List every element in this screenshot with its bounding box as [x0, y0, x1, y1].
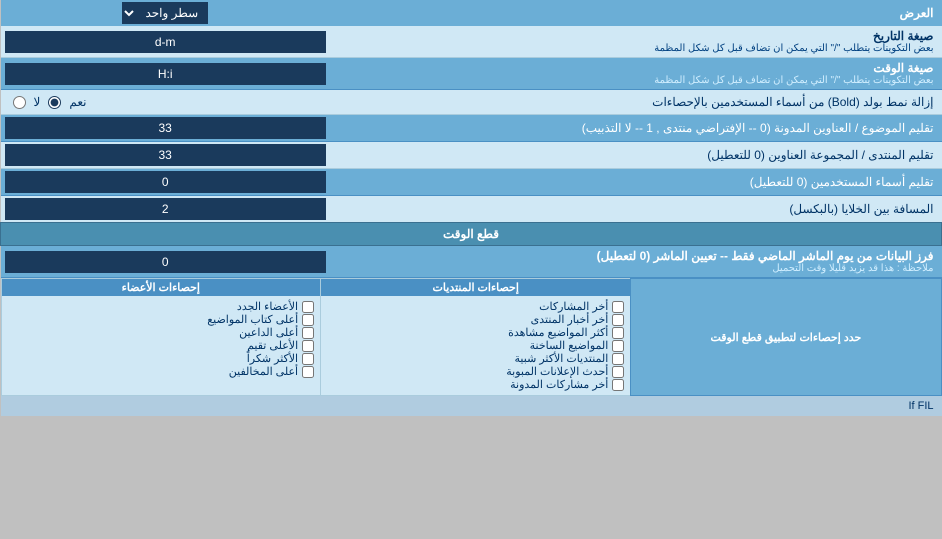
- forum-stat-cb-2[interactable]: [612, 314, 624, 326]
- member-stat-item-2: أعلى كتاب المواضيع: [8, 313, 315, 326]
- bold-yes-label: نعم: [69, 95, 86, 109]
- date-format-main-label: صيغة التاريخ: [338, 29, 934, 43]
- bold-no-radio[interactable]: [13, 96, 26, 109]
- cutoff-note-label: ملاحظة : هذا قد يزيد قليلا وقت التحميل: [338, 263, 934, 274]
- bold-remove-text: إزالة نمط بولد (Bold) من أسماء المستخدمي…: [652, 95, 933, 109]
- member-stat-item-5: الأكثر شكراً: [8, 352, 315, 365]
- date-format-sub-label: بعض التكوينات يتطلب "/" التي يمكن ان تضا…: [338, 43, 934, 54]
- member-stats-col: إحصاءات الأعضاء الأعضاء الجدد أعلى كتاب …: [1, 279, 321, 396]
- member-stat-label-5: الأكثر شكراً: [247, 352, 298, 365]
- forum-stats-col: إحصاءات المنتديات أخر المشاركات أخر أخبا…: [321, 279, 631, 396]
- time-format-input[interactable]: [5, 63, 326, 85]
- member-stat-cb-4[interactable]: [302, 340, 314, 352]
- cutoff-input[interactable]: [5, 251, 326, 273]
- forum-stat-item-7: أخر مشاركات المدونة: [327, 378, 624, 391]
- date-format-input[interactable]: [5, 31, 326, 53]
- forum-stat-label-2: أخر أخبار المنتدى: [531, 313, 609, 326]
- forum-group-trim-input-cell: [1, 142, 330, 169]
- member-stat-cb-1[interactable]: [302, 301, 314, 313]
- member-stat-item-3: أعلى الداعين: [8, 326, 315, 339]
- space-between-input-cell: [1, 196, 330, 223]
- member-stat-label-4: الأعلى تقيم: [247, 339, 298, 352]
- forum-stats-items: أخر المشاركات أخر أخبار المنتدى أكثر الم…: [321, 296, 630, 395]
- member-stat-label-3: أعلى الداعين: [239, 326, 298, 339]
- member-stats-header: إحصاءات الأعضاء: [2, 279, 321, 296]
- forum-address-trim-input-cell: [1, 115, 330, 142]
- member-stat-cb-6[interactable]: [302, 366, 314, 378]
- member-stat-cb-3[interactable]: [302, 327, 314, 339]
- forum-stat-item-6: أحدث الإعلانات المبوبة: [327, 365, 624, 378]
- forum-stat-label-6: أحدث الإعلانات المبوبة: [506, 365, 608, 378]
- member-stat-item-4: الأعلى تقيم: [8, 339, 315, 352]
- forum-stats-header: إحصاءات المنتديات: [321, 279, 630, 296]
- forum-stat-item-5: المنتديات الأكثر شبية: [327, 352, 624, 365]
- date-format-input-cell: [1, 26, 330, 58]
- cutoff-row-label: فرز البيانات من يوم الماشر الماضي فقط --…: [330, 246, 942, 278]
- forum-address-trim-text: تقليم الموضوع / العناوين المدونة (0 -- ا…: [582, 121, 934, 135]
- member-stats-items: الأعضاء الجدد أعلى كتاب المواضيع أعلى ال…: [2, 296, 321, 382]
- forum-stat-label-4: المواضيع الساخنة: [530, 339, 609, 352]
- cutoff-main-label: فرز البيانات من يوم الماشر الماضي فقط --…: [338, 249, 934, 263]
- forum-stat-cb-6[interactable]: [612, 366, 624, 378]
- forum-stat-item-1: أخر المشاركات: [327, 300, 624, 313]
- member-stat-item-1: الأعضاء الجدد: [8, 300, 315, 313]
- forum-group-trim-input[interactable]: [5, 144, 326, 166]
- forum-stat-item-3: أكثر المواضيع مشاهدة: [327, 326, 624, 339]
- member-stat-cb-2[interactable]: [302, 314, 314, 326]
- display-label: العرض: [330, 0, 942, 26]
- forum-stat-label-1: أخر المشاركات: [539, 300, 608, 313]
- time-format-sub-label: بعض التكوينات يتطلب "/" التي يمكن ان تضا…: [338, 75, 934, 86]
- member-stat-label-1: الأعضاء الجدد: [237, 300, 298, 313]
- member-stat-label-6: أعلى المخالفين: [229, 365, 298, 378]
- forum-stat-cb-5[interactable]: [612, 353, 624, 365]
- forum-stat-label-3: أكثر المواضيع مشاهدة: [508, 326, 608, 339]
- cutoff-section-title: قطع الوقت: [1, 223, 942, 246]
- time-format-input-cell: [1, 58, 330, 90]
- display-select[interactable]: سطر واحد سطرين ثلاثة أسطر: [122, 2, 208, 24]
- forum-stat-label-5: المنتديات الأكثر شبية: [515, 352, 609, 365]
- forum-stat-label-7: أخر مشاركات المدونة: [510, 378, 608, 391]
- footer-text: If FIL: [1, 396, 942, 416]
- bold-remove-radio-cell: نعم لا: [1, 90, 330, 115]
- date-format-label: صيغة التاريخ بعض التكوينات يتطلب "/" الت…: [330, 26, 942, 58]
- forum-address-trim-input[interactable]: [5, 117, 326, 139]
- space-between-input[interactable]: [5, 198, 326, 220]
- forum-group-trim-label: تقليم المنتدى / المجموعة العناوين (0 للت…: [330, 142, 942, 169]
- bold-no-label: لا: [34, 95, 41, 109]
- forum-stat-cb-3[interactable]: [612, 327, 624, 339]
- forum-address-trim-label: تقليم الموضوع / العناوين المدونة (0 -- ا…: [330, 115, 942, 142]
- user-names-trim-input[interactable]: [5, 171, 326, 193]
- time-format-main-label: صيغة الوقت: [338, 61, 934, 75]
- bold-yes-radio[interactable]: [48, 96, 61, 109]
- member-stat-item-6: أعلى المخالفين: [8, 365, 315, 378]
- forum-stat-cb-4[interactable]: [612, 340, 624, 352]
- forum-stat-cb-1[interactable]: [612, 301, 624, 313]
- stats-section: حدد إحصاءات لتطبيق قطع الوقت إحصاءات الم…: [1, 278, 942, 397]
- user-names-trim-input-cell: [1, 169, 330, 196]
- time-format-label: صيغة الوقت بعض التكوينات يتطلب "/" التي …: [330, 58, 942, 90]
- member-stat-cb-5[interactable]: [302, 353, 314, 365]
- stats-apply-label: حدد إحصاءات لتطبيق قطع الوقت: [631, 279, 941, 396]
- forum-stat-cb-7[interactable]: [612, 379, 624, 391]
- forum-group-trim-text: تقليم المنتدى / المجموعة العناوين (0 للت…: [707, 148, 933, 162]
- space-between-text: المسافة بين الخلايا (بالبكسل): [789, 202, 933, 216]
- user-names-trim-label: تقليم أسماء المستخدمين (0 للتعطيل): [330, 169, 942, 196]
- bold-remove-label: إزالة نمط بولد (Bold) من أسماء المستخدمي…: [330, 90, 942, 115]
- space-between-label: المسافة بين الخلايا (بالبكسل): [330, 196, 942, 223]
- forum-stat-item-2: أخر أخبار المنتدى: [327, 313, 624, 326]
- select-container: سطر واحد سطرين ثلاثة أسطر: [1, 0, 330, 26]
- user-names-trim-text: تقليم أسماء المستخدمين (0 للتعطيل): [750, 175, 934, 189]
- member-stat-label-2: أعلى كتاب المواضيع: [207, 313, 298, 326]
- forum-stat-item-4: المواضيع الساخنة: [327, 339, 624, 352]
- cutoff-input-cell: [1, 246, 330, 278]
